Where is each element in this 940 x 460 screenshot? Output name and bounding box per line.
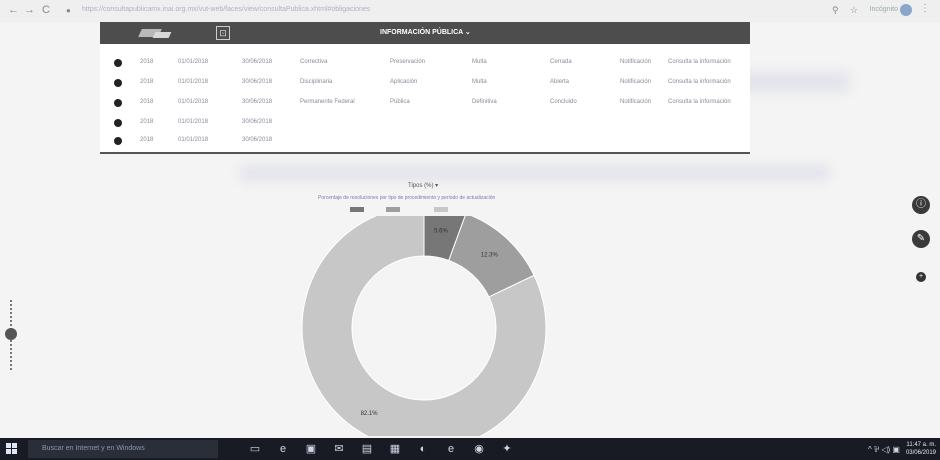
table-cell: 30/06/2018: [242, 119, 273, 125]
table-cell: Cerrada: [550, 59, 572, 65]
browser-menu-icon[interactable]: ⋮: [920, 3, 930, 14]
table-cell: 01/01/2018: [178, 137, 209, 143]
table-cell: Notificación: [620, 59, 652, 65]
site-logo: [140, 26, 170, 40]
table-cell: 01/01/2018: [178, 79, 209, 85]
info-toggle-icon[interactable]: [114, 119, 122, 127]
reload-button[interactable]: C: [42, 4, 50, 16]
mail-icon[interactable]: ✉: [332, 442, 346, 456]
table-cell: 2018: [140, 59, 154, 65]
info-icon[interactable]: ⓘ: [912, 196, 930, 214]
add-icon[interactable]: +: [916, 272, 926, 282]
results-table: 2018 01/01/2018 30/06/2018 Correctiva Pr…: [100, 44, 750, 154]
table-cell: Preservación: [390, 59, 426, 65]
edge-icon[interactable]: e: [276, 442, 290, 456]
profile-label[interactable]: Incógnito: [870, 6, 898, 13]
table-cell: 2018: [140, 99, 154, 105]
table-cell: Permanente Federal: [300, 99, 355, 105]
back-button[interactable]: ←: [8, 4, 19, 16]
slice-label: 5.6%: [434, 228, 448, 234]
site-header: ⊡ INFORMACIÓN PÚBLICA ⌄: [100, 22, 750, 44]
lock-icon: ●: [66, 6, 71, 15]
table-cell: Notificación: [620, 79, 652, 85]
address-bar[interactable]: https://consultapublicamx.inai.org.mx/vu…: [82, 6, 370, 13]
donut-chart: 5.6% 12.3% 82.1%: [301, 216, 547, 436]
info-toggle-icon[interactable]: [114, 59, 122, 67]
taskbar-clock[interactable]: 11:47 a. m. 03/06/2019: [906, 441, 936, 457]
system-tray[interactable]: ^ ⅌ ◁) ▣: [868, 444, 900, 455]
app-icon[interactable]: ✦: [500, 442, 514, 456]
table-row: 2018 01/01/2018 30/06/2018 Permanente Fe…: [100, 94, 750, 112]
table-cell: 01/01/2018: [178, 119, 209, 125]
table-cell: Definitiva: [472, 99, 497, 105]
taskbar-search-box[interactable]: Buscar en Internet y en Windows: [28, 440, 218, 458]
table-row: 2018 01/01/2018 30/06/2018 Disciplinaria…: [100, 74, 750, 92]
forward-button[interactable]: →: [24, 4, 35, 16]
chart-title[interactable]: Tipos (%) ▾: [408, 182, 438, 189]
table-cell: Aplicación: [390, 79, 418, 85]
internet-explorer-icon[interactable]: e: [444, 442, 458, 456]
table-cell: 01/01/2018: [178, 59, 209, 65]
consulta-link[interactable]: Consulta la información: [668, 79, 731, 85]
chart-subtitle: Porcentaje de resoluciones por tipo de p…: [318, 195, 496, 201]
clock-time: 11:47 a. m.: [906, 442, 936, 448]
table-cell: 2018: [140, 137, 154, 143]
background-blur: [240, 165, 830, 181]
chrome-icon[interactable]: ◐: [416, 442, 430, 456]
app-icon[interactable]: ◉: [472, 442, 486, 456]
consulta-link[interactable]: Consulta la información: [668, 59, 731, 65]
windows-start-icon[interactable]: [6, 443, 18, 455]
menu-toggle-button[interactable]: ⊡: [216, 26, 230, 40]
table-cell: 01/01/2018: [178, 99, 209, 105]
store-icon[interactable]: ▤: [360, 442, 374, 456]
scroll-knob-icon[interactable]: [5, 328, 17, 340]
windows-taskbar: Buscar en Internet y en Windows ▭ e ▣ ✉ …: [0, 438, 940, 460]
info-toggle-icon[interactable]: [114, 137, 122, 145]
table-cell: Notificación: [620, 99, 652, 105]
table-cell: 2018: [140, 79, 154, 85]
table-row: 2018 01/01/2018 30/06/2018 Correctiva Pr…: [100, 54, 750, 72]
table-cell: 30/06/2018: [242, 59, 273, 65]
clock-date: 03/06/2019: [905, 450, 936, 456]
info-toggle-icon[interactable]: [114, 79, 122, 87]
legend-swatch[interactable]: [386, 207, 400, 212]
tools-icon[interactable]: ✎: [912, 230, 930, 248]
table-cell: Abierta: [550, 79, 570, 85]
table-cell: 30/06/2018: [242, 137, 273, 143]
browser-toolbar: ← → C ● https://consultapublicamx.inai.o…: [0, 0, 940, 22]
table-cell: Pública: [390, 99, 410, 105]
consulta-link[interactable]: Consulta la información: [668, 99, 731, 105]
legend-swatch[interactable]: [434, 207, 448, 212]
table-cell: Disciplinaria: [300, 79, 333, 85]
informacion-publica-menu[interactable]: INFORMACIÓN PÚBLICA ⌄: [380, 28, 471, 36]
scroll-handle[interactable]: [2, 300, 20, 370]
star-icon[interactable]: ☆: [850, 5, 858, 16]
table-row: 2018 01/01/2018 30/06/2018: [100, 132, 750, 150]
table-cell: Correctiva: [300, 59, 328, 65]
table-cell: Concluido: [550, 99, 577, 105]
table-cell: Multa: [472, 79, 487, 85]
table-row: 2018 01/01/2018 30/06/2018: [100, 114, 750, 132]
zoom-icon[interactable]: ⚲: [832, 5, 839, 16]
avatar[interactable]: [900, 4, 912, 16]
table-cell: Multa: [472, 59, 487, 65]
table-cell: 30/06/2018: [242, 79, 273, 85]
legend-swatch[interactable]: [350, 207, 364, 212]
task-view-icon[interactable]: ▭: [248, 442, 262, 456]
app-icon[interactable]: ▦: [388, 442, 402, 456]
table-cell: 2018: [140, 119, 154, 125]
slice-label: 82.1%: [361, 411, 379, 417]
file-explorer-icon[interactable]: ▣: [304, 442, 318, 456]
taskbar-search-placeholder: Buscar en Internet y en Windows: [42, 445, 145, 452]
info-toggle-icon[interactable]: [114, 99, 122, 107]
table-cell: 30/06/2018: [242, 99, 273, 105]
slice-label: 12.3%: [481, 252, 499, 258]
